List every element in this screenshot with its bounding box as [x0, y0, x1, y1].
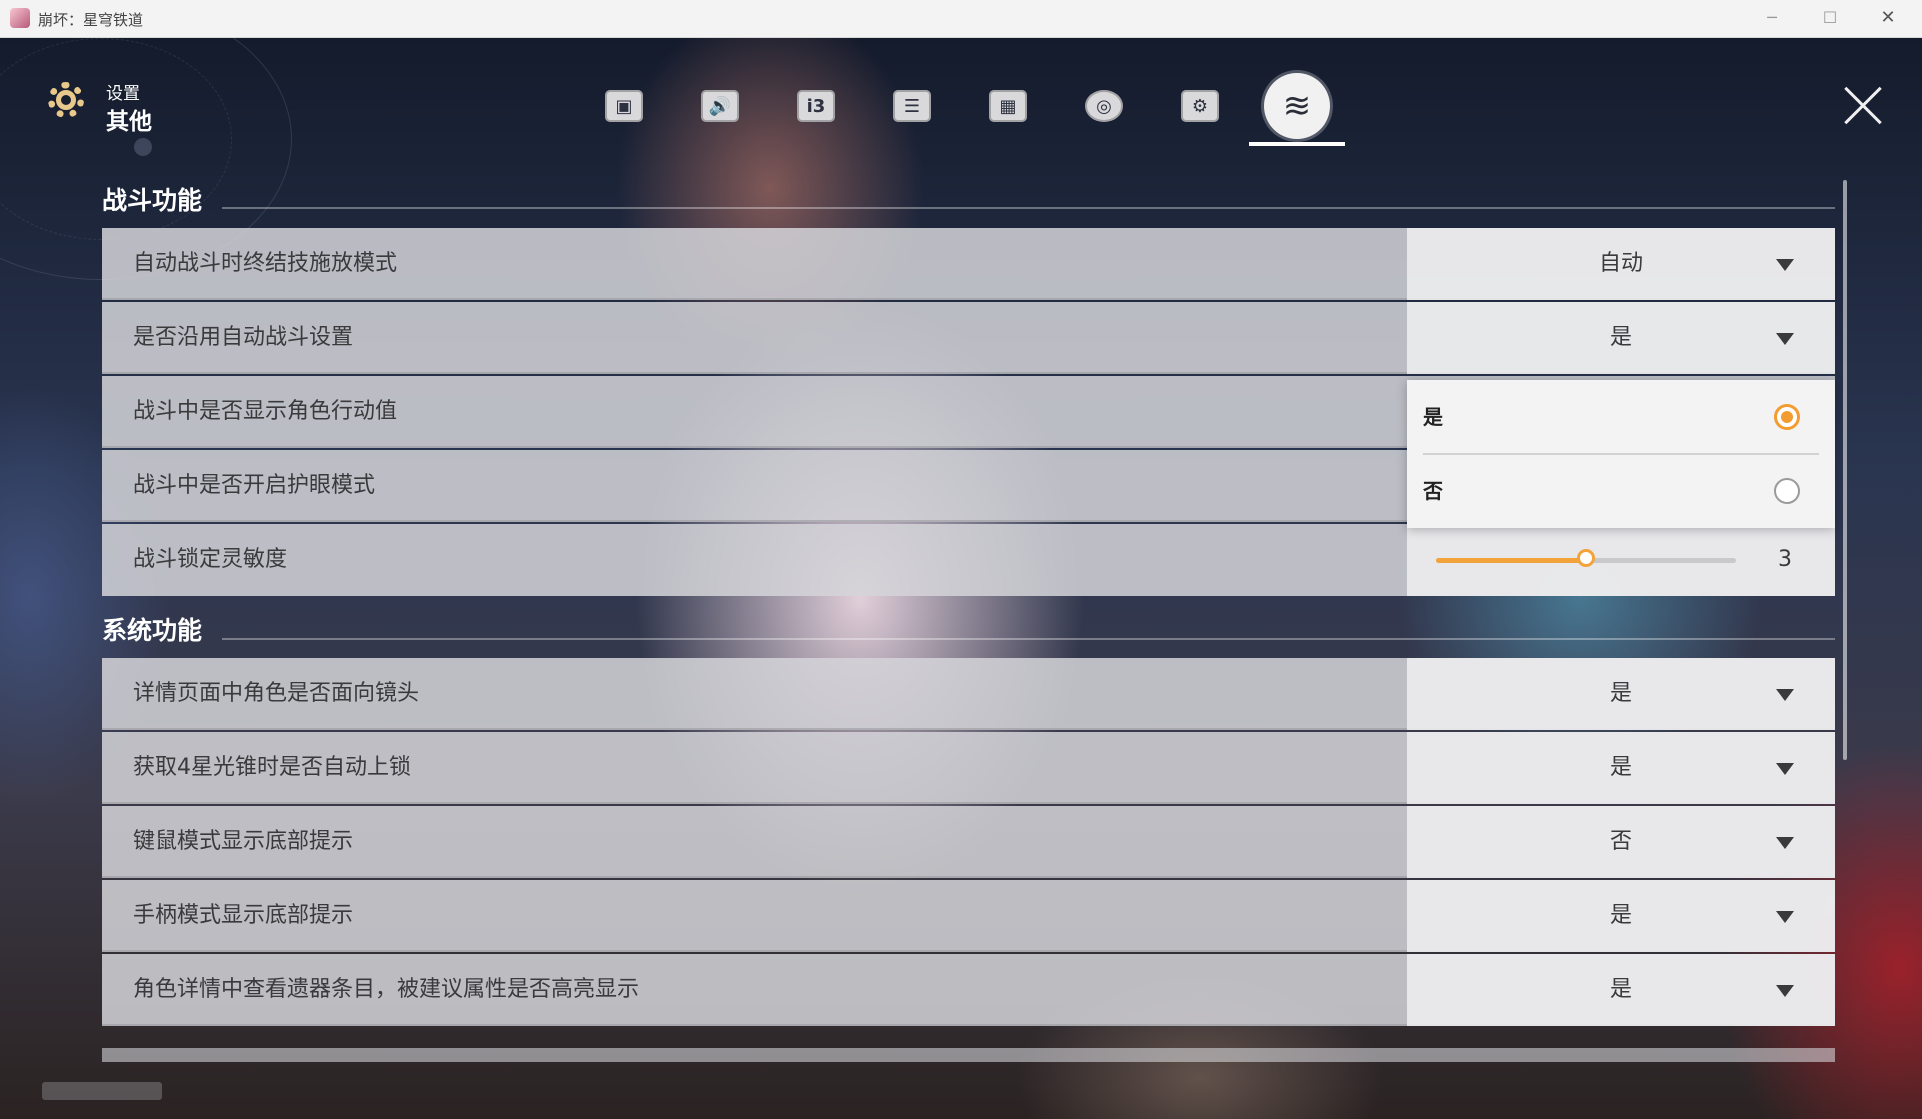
setting-label: 获取4星光锥时是否自动上锁: [133, 755, 411, 780]
setting-label: 详情页面中角色是否面向镜头: [133, 681, 420, 706]
setting-row-kbm-hints: 键鼠模式显示底部提示 否: [102, 806, 1835, 878]
speaker-icon: 🔊: [701, 90, 739, 122]
slider-thumb[interactable]: [1577, 549, 1595, 567]
radio-unselected-icon[interactable]: [1774, 478, 1800, 504]
app-icon: [10, 8, 30, 28]
section-title-combat: 战斗功能: [102, 186, 203, 215]
close-settings-button[interactable]: [1841, 84, 1885, 128]
settings-screen: 设置 其他 ▣ 🔊 i3 ☰ ▦ ◎ ⚙ ≋ 战斗功能 自动战斗时终结技施放模式…: [0, 38, 1922, 1119]
dropdown-value: 是: [1609, 977, 1632, 1002]
section-divider: [222, 207, 1835, 209]
scrollbar[interactable]: [1843, 180, 1847, 760]
dropdown-face-camera[interactable]: 是: [1407, 658, 1835, 730]
settings-subtitle: 其他: [106, 109, 152, 135]
tab-other[interactable]: ≋: [1264, 73, 1330, 139]
next-row-peek: [102, 1048, 1835, 1062]
dropdown-gamepad-hints[interactable]: 是: [1407, 880, 1835, 952]
setting-label: 战斗锁定灵敏度: [133, 547, 288, 572]
dropdown-value: 是: [1609, 325, 1632, 350]
dropdown-popup: 是 否: [1407, 380, 1835, 528]
keybind-gear-icon: ⚙: [1181, 90, 1219, 122]
active-tab-indicator: [1249, 142, 1345, 146]
option-label: 否: [1423, 479, 1443, 503]
radio-selected-icon[interactable]: [1774, 404, 1800, 430]
setting-row-ultimate-mode: 自动战斗时终结技施放模式 自动: [102, 228, 1835, 300]
dropdown-value: 是: [1609, 755, 1632, 780]
setting-row-relic-highlight: 角色详情中查看遗器条目，被建议属性是否高亮显示 是: [102, 954, 1835, 1026]
setting-label: 自动战斗时终结技施放模式: [133, 251, 398, 276]
minimize-button[interactable]: ─: [1749, 4, 1795, 32]
slider-fill: [1436, 558, 1586, 563]
dropdown-arrow-icon: [1776, 837, 1794, 849]
tab-account[interactable]: ☰: [888, 84, 936, 128]
slider-value: 3: [1778, 547, 1792, 572]
decorative-dot: [134, 138, 152, 156]
dropdown-arrow-icon: [1776, 763, 1794, 775]
setting-label: 手柄模式显示底部提示: [133, 903, 354, 928]
tab-language[interactable]: i3: [792, 84, 840, 128]
settings-gear-icon-center: [56, 90, 76, 110]
window-title: 崩坏：星穹铁道: [38, 11, 144, 29]
tab-controller[interactable]: ◎: [1080, 84, 1128, 128]
section-divider: [222, 638, 1835, 640]
dropdown-value: 自动: [1598, 251, 1643, 276]
dropdown-arrow-icon: [1776, 985, 1794, 997]
graphics-icon: ▣: [605, 90, 643, 122]
tab-audio[interactable]: 🔊: [696, 84, 744, 128]
layout-grid-icon: ▦: [989, 90, 1027, 122]
setting-label: 键鼠模式显示底部提示: [133, 829, 354, 854]
setting-row-lock-sensitivity: 战斗锁定灵敏度 3: [102, 524, 1835, 596]
setting-row-auto-lock: 获取4星光锥时是否自动上锁 是: [102, 732, 1835, 804]
dropdown-arrow-icon: [1776, 689, 1794, 701]
maximize-button[interactable]: ☐: [1807, 4, 1853, 32]
setting-row-face-camera: 详情页面中角色是否面向镜头 是: [102, 658, 1835, 730]
setting-label: 角色详情中查看遗器条目，被建议属性是否高亮显示: [133, 977, 640, 1002]
setting-row-keep-auto-battle: 是否沿用自动战斗设置 是: [102, 302, 1835, 374]
dropdown-value: 是: [1609, 903, 1632, 928]
uid-watermark: [42, 1082, 162, 1100]
window-close-button[interactable]: ✕: [1865, 4, 1911, 32]
layers-icon: ≋: [1282, 86, 1312, 126]
section-title-system: 系统功能: [102, 616, 203, 645]
window-titlebar: 崩坏：星穹铁道 ─ ☐ ✕: [0, 0, 1922, 38]
dropdown-keep-auto-battle[interactable]: 是: [1407, 302, 1835, 374]
dropdown-value: 是: [1609, 681, 1632, 706]
tab-graphics[interactable]: ▣: [600, 84, 648, 128]
sensitivity-slider[interactable]: [1436, 549, 1736, 567]
dropdown-relic-highlight[interactable]: 是: [1407, 954, 1835, 1026]
slider-area: 3: [1407, 524, 1835, 596]
dropdown-value: 否: [1609, 829, 1632, 854]
dropdown-auto-lock[interactable]: 是: [1407, 732, 1835, 804]
setting-label: 战斗中是否显示角色行动值: [133, 399, 398, 424]
tab-keybinds[interactable]: ⚙: [1176, 84, 1224, 128]
dropdown-option-yes[interactable]: 是: [1407, 380, 1835, 454]
setting-row-gamepad-hints: 手柄模式显示底部提示 是: [102, 880, 1835, 952]
dropdown-arrow-icon: [1776, 911, 1794, 923]
language-icon: i3: [797, 90, 835, 122]
dropdown-kbm-hints[interactable]: 否: [1407, 806, 1835, 878]
tab-layout[interactable]: ▦: [984, 84, 1032, 128]
gamepad-icon: ◎: [1085, 90, 1123, 122]
option-label: 是: [1423, 405, 1443, 429]
id-card-icon: ☰: [893, 90, 931, 122]
setting-label: 是否沿用自动战斗设置: [133, 325, 354, 350]
dropdown-arrow-icon: [1776, 259, 1794, 271]
dropdown-option-no[interactable]: 否: [1407, 454, 1835, 528]
setting-label: 战斗中是否开启护眼模式: [133, 473, 376, 498]
dropdown-arrow-icon: [1776, 333, 1794, 345]
dropdown-ultimate-mode[interactable]: 自动: [1407, 228, 1835, 300]
settings-title: 设置: [106, 84, 140, 104]
